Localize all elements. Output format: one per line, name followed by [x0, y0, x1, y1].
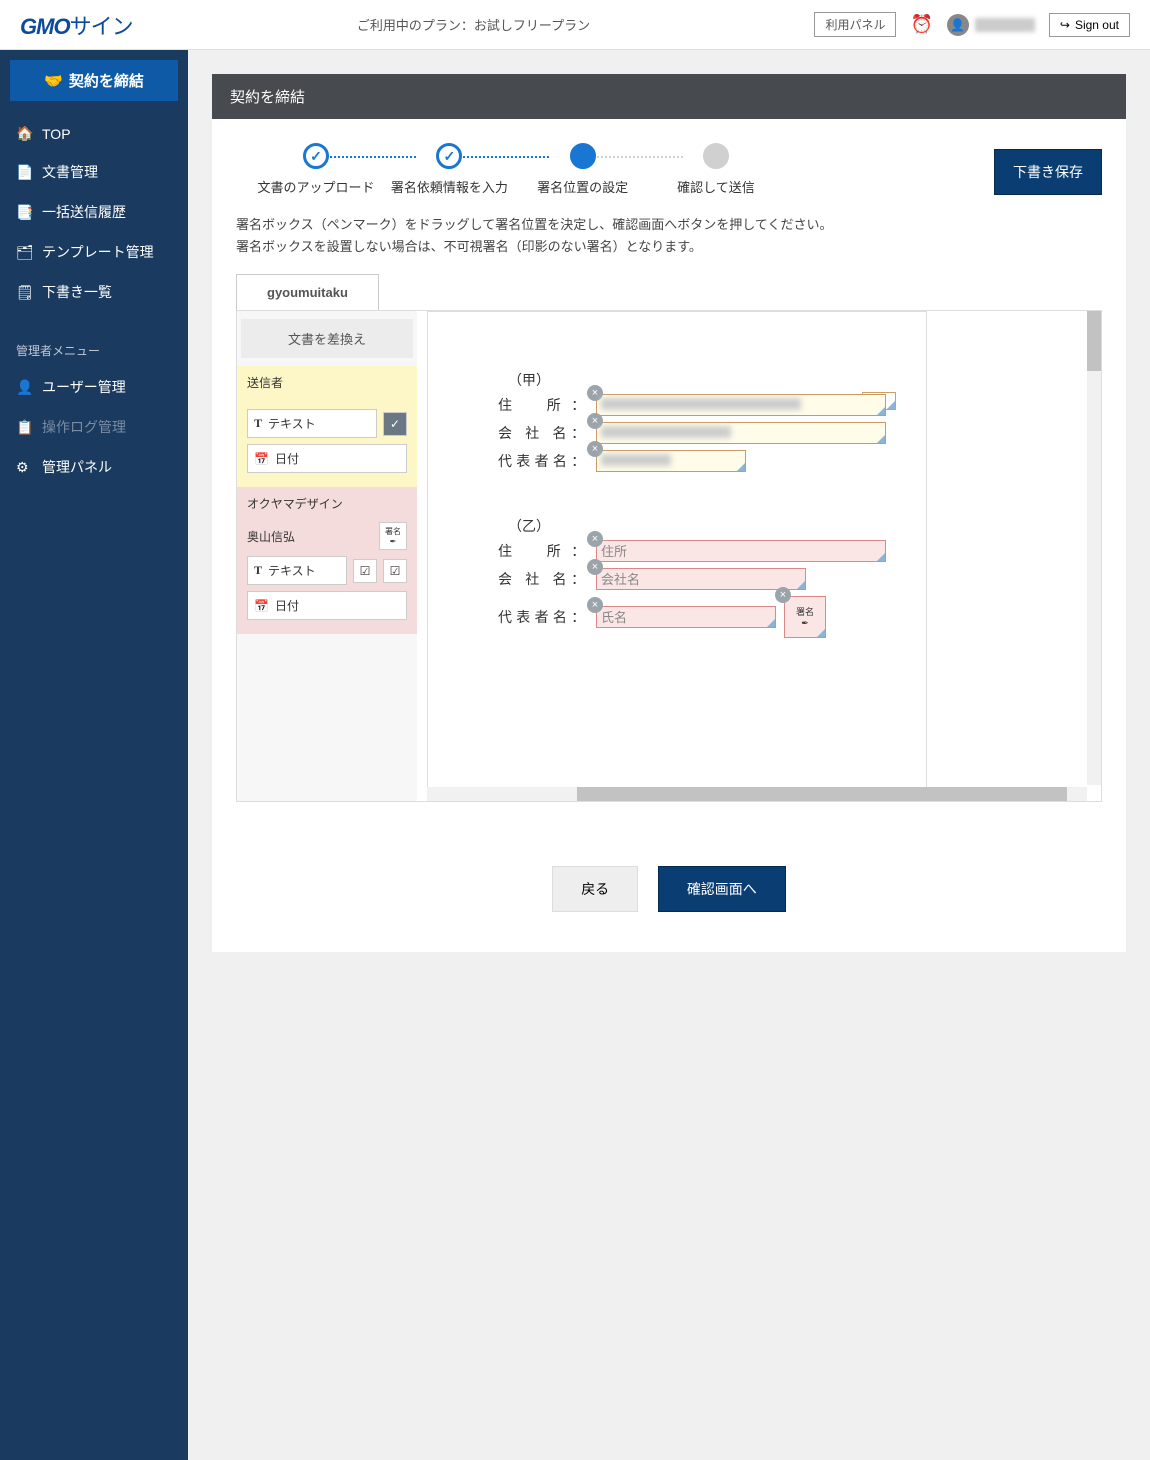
sidebar-item-bulk-history[interactable]: 📑一括送信履歴 [0, 192, 188, 232]
editor: 文書を差換え 送信者 Tテキスト ✓ 📅日付 オクヤマデザイン [236, 310, 1102, 802]
sidebar-item-templates[interactable]: 🗂テンプレート管理 [0, 232, 188, 272]
tab-document[interactable]: gyoumuitaku [236, 274, 379, 310]
admin-section-label: 管理者メニュー [0, 312, 188, 367]
step-4: 確認して送信 [656, 143, 776, 196]
otsu-address-field[interactable]: × 住所 [596, 540, 886, 562]
usage-panel-button[interactable]: 利用パネル [814, 12, 896, 37]
pen-icon: ✒ [801, 618, 809, 629]
main-content: 契約を締結 下書き保存 文書のアップロード 署名依頼情報を入力 署名位置の設定 [188, 50, 1150, 1460]
checkbox-tool-sender[interactable]: ✓ [383, 412, 407, 436]
horizontal-scrollbar[interactable] [427, 787, 1087, 801]
signout-icon: ↪ [1060, 18, 1070, 32]
party-otsu-header: （乙） [438, 516, 916, 536]
username [975, 18, 1035, 32]
step-2-circle [436, 143, 462, 169]
sidebar-item-drafts[interactable]: 🗒下書き一覧 [0, 272, 188, 312]
signer-name: 奥山信弘 [247, 528, 295, 545]
step-3-circle [570, 143, 596, 169]
confirm-button[interactable]: 確認画面へ [658, 866, 786, 912]
date-tool-sender[interactable]: 📅日付 [247, 444, 407, 473]
document-page: （甲） 住 所： × 会 社 名： × [427, 311, 927, 801]
checkbox-tool-signer-1[interactable]: ☑ [353, 559, 377, 583]
gear-icon: ⚙ [16, 459, 32, 476]
kou-rep-field[interactable]: × [596, 450, 746, 472]
back-button[interactable]: 戻る [552, 866, 638, 912]
bottom-actions: 戻る 確認画面へ [212, 826, 1126, 952]
step-2: 署名依頼情報を入力 [389, 143, 509, 196]
alarm-icon[interactable]: ⏰ [910, 14, 932, 35]
sidebar: 🤝 契約を締結 🏠TOP 📄文書管理 📑一括送信履歴 🗂テンプレート管理 🗒下書… [0, 50, 188, 1460]
document-canvas[interactable]: （甲） 住 所： × 会 社 名： × [427, 311, 1101, 801]
template-icon: 🗂 [16, 244, 32, 261]
signer-org: オクヤマデザイン [247, 495, 407, 512]
replace-document-button[interactable]: 文書を差換え [241, 319, 413, 358]
step-4-circle [703, 143, 729, 169]
calendar-icon: 📅 [254, 599, 269, 613]
instructions: 署名ボックス（ペンマーク）をドラッグして署名位置を決定し、確認画面へボタンを押し… [212, 214, 1126, 274]
tool-panel: 文書を差換え 送信者 Tテキスト ✓ 📅日付 オクヤマデザイン [237, 311, 417, 801]
calendar-icon: 📅 [254, 452, 269, 466]
text-tool-signer[interactable]: Tテキスト [247, 556, 347, 585]
sidebar-item-logs[interactable]: 📋操作ログ管理 [0, 407, 188, 447]
sidebar-item-admin-panel[interactable]: ⚙管理パネル [0, 447, 188, 487]
save-draft-button[interactable]: 下書き保存 [994, 149, 1102, 195]
user-menu[interactable]: 👤 [947, 14, 1035, 36]
top-header: GMOサイン ご利用中のプラン：お試しフリープラン 利用パネル ⏰ 👤 ↪ Si… [0, 0, 1150, 50]
page-title: 契約を締結 [212, 74, 1126, 119]
user-icon: 👤 [16, 379, 32, 396]
step-1: 文書のアップロード [256, 143, 376, 196]
kou-company-field[interactable]: × [596, 422, 886, 444]
otsu-rep-field[interactable]: × 氏名 [596, 606, 776, 628]
progress-steps: 下書き保存 文書のアップロード 署名依頼情報を入力 署名位置の設定 [212, 119, 1126, 214]
signature-stamp-tool[interactable]: 署名 ✒ [379, 522, 407, 550]
signout-button[interactable]: ↪ Sign out [1049, 13, 1130, 37]
handshake-icon: 🤝 [44, 72, 63, 90]
vertical-scrollbar[interactable] [1087, 311, 1101, 785]
kou-address-field[interactable]: × [596, 394, 886, 416]
signer-tools: オクヤマデザイン 奥山信弘 署名 ✒ Tテキスト ☑ ☑ [237, 487, 417, 634]
log-icon: 📋 [16, 419, 32, 436]
checkbox-tool-signer-2[interactable]: ☑ [383, 559, 407, 583]
date-tool-signer[interactable]: 📅日付 [247, 591, 407, 620]
sidebar-item-documents[interactable]: 📄文書管理 [0, 152, 188, 192]
avatar-icon: 👤 [947, 14, 969, 36]
sidebar-item-top[interactable]: 🏠TOP [0, 115, 188, 152]
sender-label: 送信者 [247, 374, 407, 391]
document-icon: 📄 [16, 164, 32, 181]
history-icon: 📑 [16, 204, 32, 221]
sender-tools: 送信者 Tテキスト ✓ 📅日付 [237, 366, 417, 487]
party-kou-header: （甲） [438, 370, 916, 390]
logo[interactable]: GMOサイン [20, 9, 133, 41]
conclude-contract-button[interactable]: 🤝 契約を締結 [10, 60, 178, 101]
home-icon: 🏠 [16, 125, 32, 142]
close-icon[interactable]: × [775, 587, 791, 603]
plan-info: ご利用中のプラン：お試しフリープラン [133, 15, 815, 34]
placed-signature-box[interactable]: × 署名 ✒ [784, 596, 826, 638]
otsu-company-field[interactable]: × 会社名 [596, 568, 806, 590]
pen-icon: ✒ [390, 537, 397, 546]
step-1-circle [303, 143, 329, 169]
text-tool-sender[interactable]: Tテキスト [247, 409, 377, 438]
document-tabs: gyoumuitaku [212, 274, 1126, 310]
draft-icon: 🗒 [16, 284, 32, 301]
step-3: 署名位置の設定 [523, 143, 643, 196]
sidebar-item-users[interactable]: 👤ユーザー管理 [0, 367, 188, 407]
